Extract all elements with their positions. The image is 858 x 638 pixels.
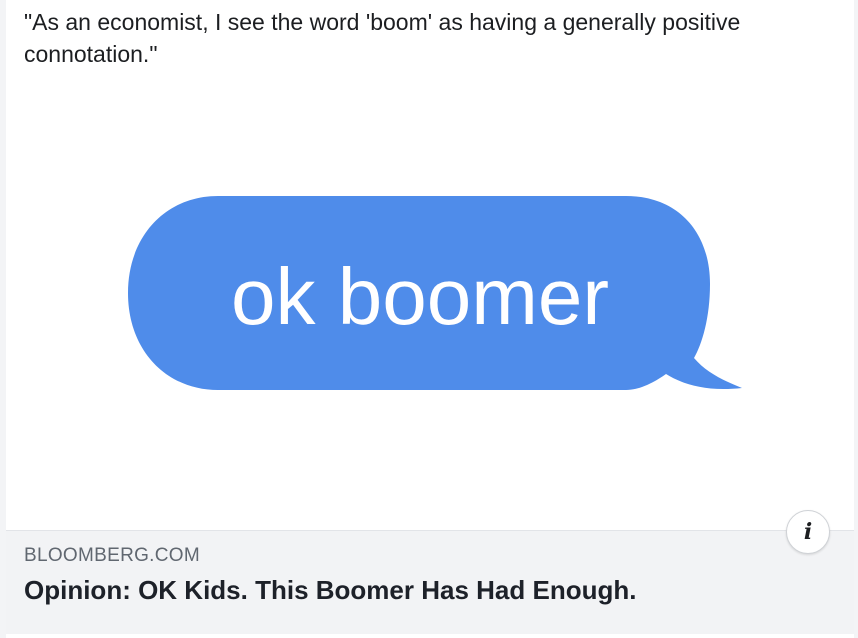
post-card: "As an economist, I see the word 'boom' … — [0, 0, 858, 638]
bubble-text: ok boomer — [231, 252, 609, 341]
link-preview-footer[interactable]: BLOOMBERG.COM Opinion: OK Kids. This Boo… — [6, 530, 854, 635]
link-domain: BLOOMBERG.COM — [24, 545, 200, 566]
card-right-border — [854, 0, 858, 638]
link-preview-image[interactable]: ok boomer — [6, 96, 854, 530]
info-button[interactable]: i — [786, 510, 830, 554]
info-icon: i — [803, 519, 813, 545]
message-bubble-graphic: ok boomer — [128, 196, 742, 390]
link-title[interactable]: Opinion: OK Kids. This Boomer Has Had En… — [24, 575, 636, 606]
card-bottom-edge — [6, 634, 854, 638]
post-text: "As an economist, I see the word 'boom' … — [24, 9, 741, 67]
